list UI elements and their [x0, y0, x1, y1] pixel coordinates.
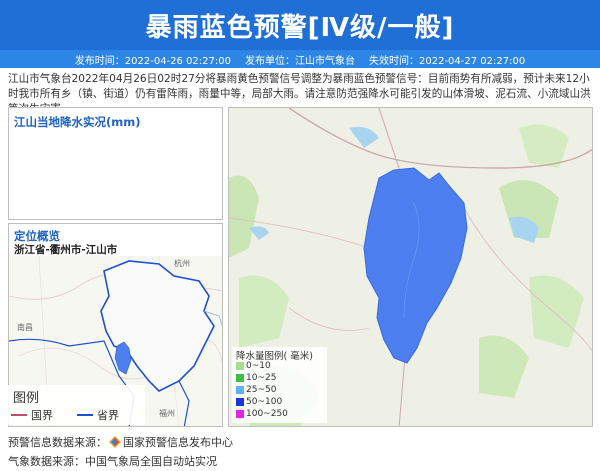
warning-source-name[interactable]: 国家预警信息发布中心	[123, 434, 233, 450]
rainfall-legend-title: 降水量图例( 毫米)	[236, 351, 313, 362]
map-label-hangzhou: 杭州	[174, 258, 190, 268]
warning-title: 暴雨蓝色预警[Ⅳ级/一般]	[145, 12, 455, 43]
legend-item-0: 0~10	[236, 361, 271, 371]
map-label-nanchang: 南昌	[17, 322, 33, 332]
legend-swatch	[236, 374, 244, 382]
legend-label: 0~10	[246, 361, 271, 371]
legend-swatch	[236, 362, 244, 370]
warning-header: 暴雨蓝色预警[Ⅳ级/一般]	[0, 0, 600, 50]
location-path: 浙江省-衢州市-江山市	[14, 244, 118, 256]
legend-provincial-row: 省界	[77, 407, 119, 423]
legend-swatch	[236, 386, 244, 394]
legend-label: 100~250	[246, 409, 288, 419]
legend-label: 25~50	[246, 385, 277, 395]
legend-swatch	[236, 398, 244, 406]
rainfall-panel-title: 江山当地降水实况(mm)	[14, 115, 141, 129]
legend-label: 50~100	[246, 397, 283, 407]
national-border-label: 国界	[31, 409, 53, 422]
boundary-legend-title: 图例	[13, 391, 40, 406]
rainfall-legend: 降水量图例( 毫米) 0~10 10~25 25~50 50~100 100~2…	[232, 347, 327, 423]
map-label-fuzhou: 福州	[159, 409, 175, 418]
legend-item-4: 100~250	[236, 409, 288, 419]
alert-center-logo-icon	[109, 436, 121, 448]
legend-item-2: 25~50	[236, 385, 276, 395]
national-border-swatch	[11, 414, 27, 416]
rainfall-panel: 江山当地降水实况(mm)	[8, 107, 223, 220]
boundary-legend: 图例 国界 省界	[5, 385, 145, 425]
weather-source: 气象数据来源：中国气象局全国自动站实况	[8, 455, 217, 468]
legend-item-3: 50~100	[236, 397, 282, 407]
legend-national-row: 国界	[11, 407, 53, 423]
warning-source-label: 预警信息数据来源：	[8, 436, 107, 449]
provincial-border-label: 省界	[97, 409, 119, 422]
publish-time: 发布时间：2022-04-26 02:27:00	[74, 55, 231, 67]
provincial-border-swatch	[77, 414, 93, 416]
info-bar: 发布时间：2022-04-26 02:27:00 发布单位：江山市气象台 失效时…	[0, 50, 600, 68]
expire-time: 失效时间：2022-04-27 02:27:00	[369, 55, 526, 67]
warning-source: 预警信息数据来源： 国家预警信息发布中心	[8, 434, 233, 450]
legend-swatch	[236, 410, 244, 418]
legend-item-1: 10~25	[236, 373, 276, 383]
legend-label: 10~25	[246, 373, 277, 383]
publisher: 发布单位：江山市气象台	[245, 55, 355, 67]
